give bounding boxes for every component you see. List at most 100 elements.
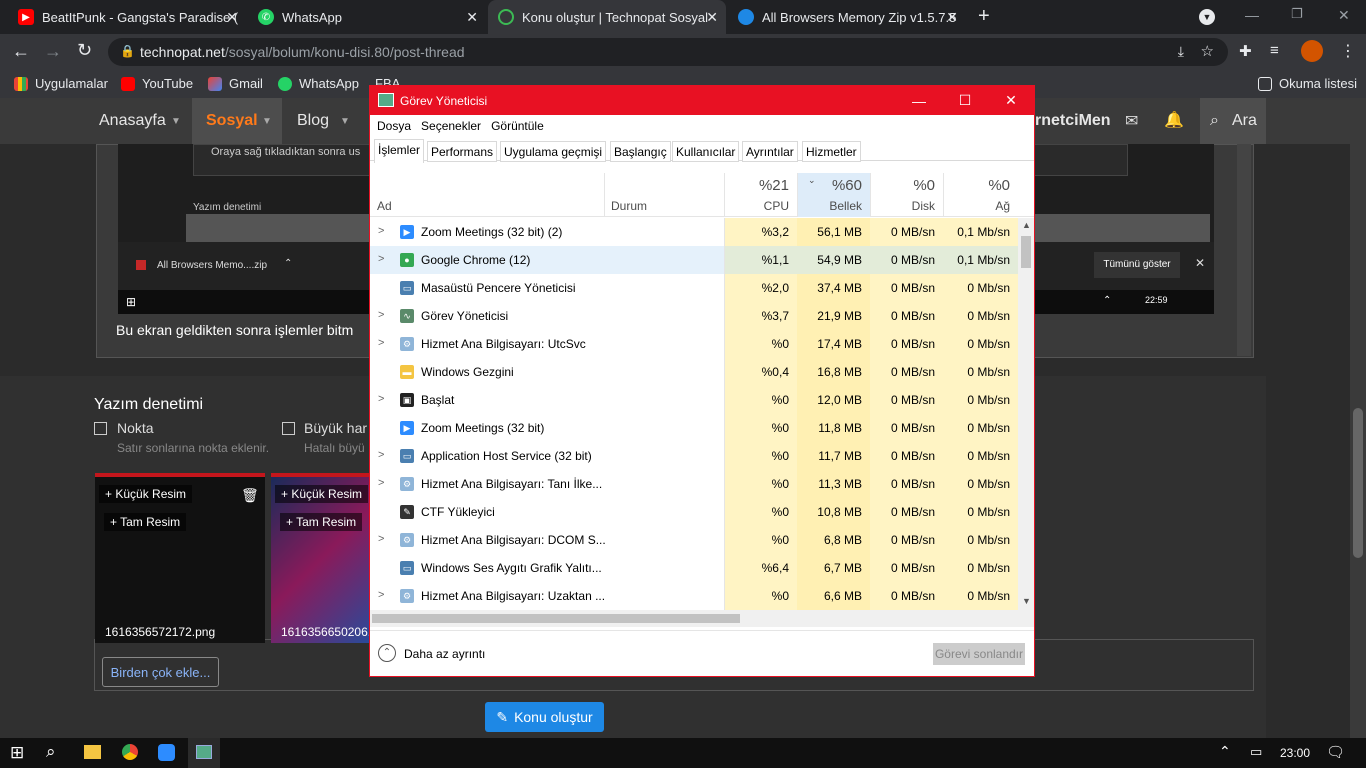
process-row[interactable]: ▶ Zoom Meetings (32 bit) %0 11,8 MB 0 MB/sn 0… — [370, 414, 1018, 442]
tab-startup[interactable]: Başlangıç — [610, 141, 671, 162]
reading-list[interactable]: Okuma listesi — [1258, 76, 1357, 91]
clock[interactable]: 23:00 — [1280, 746, 1310, 760]
process-row[interactable]: > ▶ Zoom Meetings (32 bit) (2) %3,2 56,1 MB 0… — [370, 218, 1018, 246]
search-label[interactable]: Ara — [1232, 112, 1257, 130]
create-thread-button[interactable]: ✎ Konu oluştur — [485, 702, 604, 732]
expand-chevron-icon[interactable]: > — [378, 309, 384, 321]
process-row[interactable]: > ▭ Application Host Service (32 bit) %0 11,… — [370, 442, 1018, 470]
chrome-icon[interactable] — [122, 744, 138, 760]
install-icon[interactable]: ⤓ — [1178, 43, 1184, 60]
chevron-down-icon[interactable]: ▼ — [340, 116, 350, 127]
tab-processes[interactable]: İşlemler — [374, 139, 425, 163]
menu-file[interactable]: Dosya — [377, 119, 411, 133]
process-row[interactable]: > ⚙ Hizmet Ana Bilgisayarı: Uzaktan ... %0 6… — [370, 582, 1018, 610]
scroll-thumb[interactable] — [372, 614, 740, 623]
process-row[interactable]: > ● Google Chrome (12) %1,1 54,9 MB 0 MB/sn 0,… — [370, 246, 1018, 274]
header-memory[interactable]: ⌄ %60 Bellek — [797, 173, 870, 217]
tab-services[interactable]: Hizmetler — [802, 141, 861, 162]
header-disk[interactable]: %0 Disk — [870, 173, 943, 217]
search-icon[interactable]: ⌕ — [1210, 112, 1219, 130]
scroll-thumb[interactable] — [1353, 408, 1363, 558]
bell-icon[interactable]: 🔔 — [1164, 110, 1184, 130]
end-task-button[interactable]: Görevi sonlandır — [933, 643, 1025, 665]
process-row[interactable]: ✎ CTF Yükleyici %0 10,8 MB 0 MB/sn 0 Mb/sn — [370, 498, 1018, 526]
capital-checkbox[interactable] — [282, 422, 295, 435]
process-row[interactable]: ▭ Windows Ses Aygıtı Grafik Yalıtı... %6,4… — [370, 554, 1018, 582]
bookmark-apps[interactable]: Uygulamalar — [14, 76, 108, 91]
header-name[interactable]: Ad — [370, 173, 604, 217]
scroll-up-icon[interactable]: ▲ — [1022, 220, 1031, 230]
chevron-down-icon[interactable]: ▼ — [171, 116, 181, 127]
window-close-icon[interactable]: ✕ — [1338, 7, 1350, 24]
expand-chevron-icon[interactable]: > — [378, 225, 384, 237]
menu-icon[interactable]: ⋮ — [1340, 41, 1356, 61]
bookmark-star-icon[interactable]: ☆ — [1201, 42, 1214, 60]
network-icon[interactable]: ▭ — [1250, 744, 1262, 760]
scroll-thumb[interactable] — [1021, 236, 1031, 268]
browser-tab-technopat[interactable]: Konu oluştur | Technopat Sosyal ✕ — [488, 0, 726, 34]
show-all-button[interactable]: Tümünü göster — [1094, 252, 1180, 278]
avatar[interactable] — [1301, 40, 1323, 62]
bookmark-youtube[interactable]: YouTube — [121, 76, 193, 91]
header-network[interactable]: %0 Ağ — [943, 173, 1018, 217]
download-name[interactable]: All Browsers Memo....zip — [157, 260, 267, 271]
full-image-button[interactable]: + Tam Resim — [280, 513, 363, 531]
chevron-down-icon[interactable]: ▼ — [262, 116, 272, 127]
full-image-button[interactable]: + Tam Resim — [104, 513, 187, 531]
extensions-icon[interactable]: ✚ — [1239, 42, 1252, 60]
expand-chevron-icon[interactable]: > — [378, 589, 384, 601]
trash-icon[interactable]: 🗑 — [241, 487, 259, 504]
maximize-icon[interactable]: ☐ — [942, 86, 988, 115]
tab-users[interactable]: Kullanıcılar — [672, 141, 740, 162]
add-multiple-button[interactable]: Birden çok ekle... — [102, 657, 219, 687]
close-icon[interactable]: ✕ — [226, 9, 238, 26]
expand-chevron-icon[interactable]: > — [378, 449, 384, 461]
zoom-icon[interactable] — [158, 744, 175, 761]
process-row[interactable]: ▬ Windows Gezgini %0,4 16,8 MB 0 MB/sn 0 Mb/s… — [370, 358, 1018, 386]
bookmark-whatsapp[interactable]: WhatsApp — [278, 76, 359, 91]
menu-options[interactable]: Seçenekler — [421, 119, 481, 133]
back-icon[interactable]: ← — [12, 41, 30, 62]
page-scrollbar[interactable] — [1350, 98, 1366, 738]
nokta-checkbox[interactable] — [94, 422, 107, 435]
forward-icon[interactable]: → — [44, 41, 62, 62]
new-tab-icon[interactable]: + — [978, 5, 990, 28]
nav-sosyal[interactable]: Sosyal — [206, 112, 258, 130]
notification-icon[interactable]: 🗨 — [1326, 743, 1345, 761]
editor-scrollbar[interactable] — [1237, 144, 1251, 356]
tab-performance[interactable]: Performans — [427, 141, 498, 162]
expand-chevron-icon[interactable]: > — [378, 393, 384, 405]
search-icon[interactable]: ⌕ — [46, 742, 56, 762]
restore-icon[interactable]: ❐ — [1291, 6, 1303, 22]
close-icon[interactable]: ✕ — [946, 9, 958, 26]
small-image-button[interactable]: + Küçük Resim — [275, 485, 369, 503]
small-image-button[interactable]: + Küçük Resim — [99, 485, 193, 503]
nav-anasayfa[interactable]: Anasayfa — [99, 112, 166, 130]
close-icon[interactable]: ✕ — [988, 86, 1034, 115]
close-icon[interactable]: ✕ — [706, 9, 718, 26]
chevron-up-icon[interactable]: ⌃ — [378, 644, 396, 662]
process-row[interactable]: > ⚙ Hizmet Ana Bilgisayarı: DCOM S... %0 6,8… — [370, 526, 1018, 554]
process-row[interactable]: > ∿ Görev Yöneticisi %3,7 21,9 MB 0 MB/sn 0 Mb… — [370, 302, 1018, 330]
expand-chevron-icon[interactable]: > — [378, 253, 384, 265]
media-icon[interactable]: ≡ — [1270, 42, 1279, 59]
mail-icon[interactable]: ✉ — [1125, 111, 1138, 131]
fewer-details-link[interactable]: Daha az ayrıntı — [404, 647, 485, 661]
tab-details[interactable]: Ayrıntılar — [742, 141, 798, 162]
tab-search-icon[interactable]: ▼ — [1199, 9, 1215, 25]
process-row[interactable]: ▭ Masaüstü Pencere Yöneticisi %2,0 37,4 MB 0… — [370, 274, 1018, 302]
process-row[interactable]: > ⚙ Hizmet Ana Bilgisayarı: UtcSvc %0 17,4 M… — [370, 330, 1018, 358]
reload-icon[interactable]: ↻ — [77, 40, 92, 61]
close-icon[interactable]: ✕ — [1195, 256, 1205, 270]
address-bar[interactable]: 🔒 technopat.net/sosyal/bolum/konu-disi.8… — [108, 38, 1228, 66]
process-row[interactable]: > ⚙ Hizmet Ana Bilgisayarı: Tanı İlke... %0… — [370, 470, 1018, 498]
expand-chevron-icon[interactable]: > — [378, 477, 384, 489]
folder-icon[interactable] — [84, 745, 101, 759]
vertical-scrollbar[interactable]: ▲ ▼ — [1018, 218, 1034, 610]
header-cpu[interactable]: %21 CPU — [724, 173, 797, 217]
expand-chevron-icon[interactable]: > — [378, 337, 384, 349]
menu-view[interactable]: Görüntüle — [491, 119, 544, 133]
chevron-up-icon[interactable]: ⌃ — [1219, 743, 1231, 760]
task-manager-titlebar[interactable]: Görev Yöneticisi — ☐ ✕ — [370, 86, 1034, 115]
tab-app-history[interactable]: Uygulama geçmişi — [500, 141, 607, 162]
